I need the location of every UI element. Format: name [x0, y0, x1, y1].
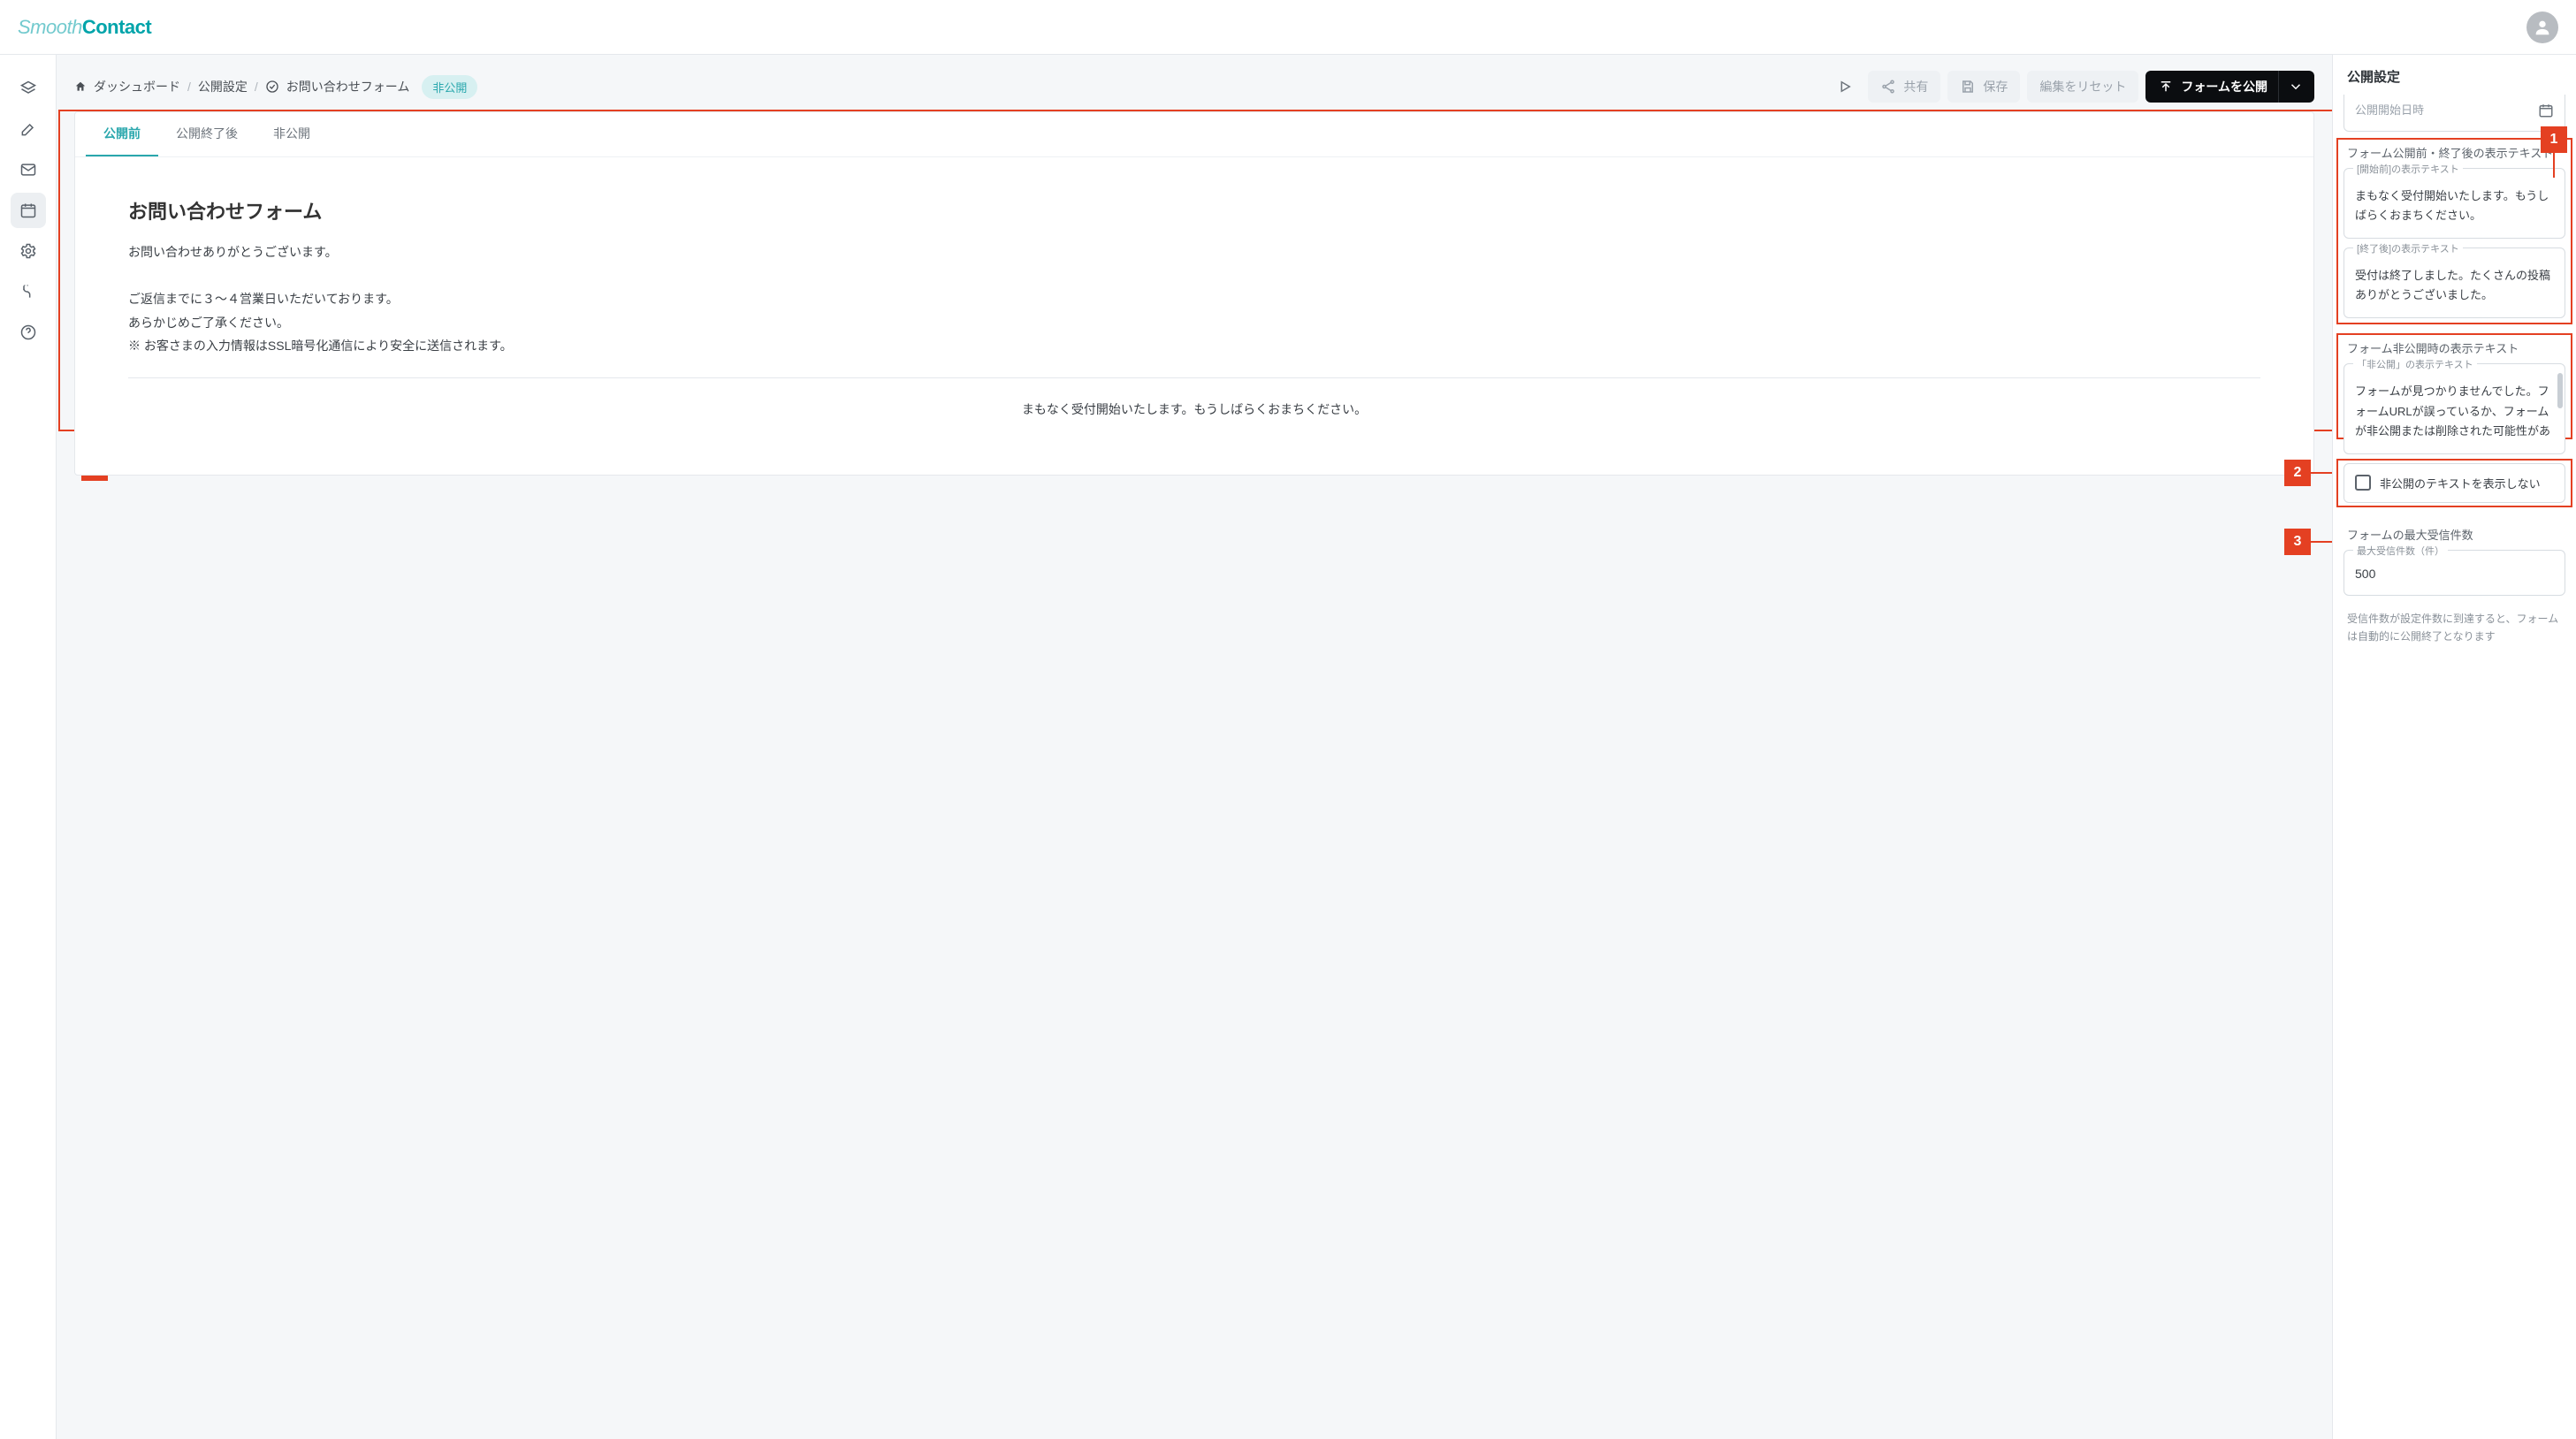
- share-button[interactable]: 共有: [1868, 71, 1940, 103]
- sidebar-item-mail[interactable]: [11, 152, 46, 187]
- publish-button[interactable]: フォームを公開: [2145, 71, 2314, 103]
- save-button[interactable]: 保存: [1947, 71, 2020, 103]
- home-icon: [74, 80, 87, 93]
- main-area: ダッシュボード / 公開設定 / お問い合わせフォーム 非公開 共有 保存: [57, 55, 2332, 1439]
- right-panel-title: 公開設定: [2333, 55, 2576, 95]
- scrollbar-thumb[interactable]: [2557, 373, 2563, 408]
- publish-label: フォームを公開: [2181, 78, 2267, 95]
- max-count-field[interactable]: 最大受信件数（件）: [2344, 550, 2565, 596]
- preview-card: 公開前 公開終了後 非公開 お問い合わせフォーム お問い合わせありがとうございま…: [74, 111, 2314, 476]
- toolbar: ダッシュボード / 公開設定 / お問い合わせフォーム 非公開 共有 保存: [57, 55, 2332, 111]
- tab-before[interactable]: 公開前: [86, 112, 158, 156]
- annotation-number-3: 3: [2284, 529, 2311, 555]
- sidebar-item-calendar[interactable]: [11, 193, 46, 228]
- before-text-field[interactable]: [開始前]の表示テキスト まもなく受付開始いたします。もうしばらくおまちください…: [2344, 168, 2565, 239]
- breadcrumb: ダッシュボード / 公開設定 / お問い合わせフォーム 非公開: [74, 75, 477, 99]
- chevron-down-icon: [2288, 79, 2304, 95]
- right-panel-body: 公開開始日時 フォーム公開前・終了後の表示テキスト [開始前]の表示テキスト ま…: [2333, 95, 2576, 1439]
- upload-icon: [2158, 79, 2174, 95]
- sidebar-item-integration[interactable]: [11, 274, 46, 309]
- mail-icon: [19, 161, 37, 179]
- breadcrumb-publish[interactable]: 公開設定: [198, 78, 248, 95]
- share-icon: [1880, 79, 1896, 95]
- logo-smooth: Smooth: [18, 16, 82, 38]
- status-badge: 非公開: [422, 75, 477, 99]
- breadcrumb-sep: /: [255, 80, 258, 94]
- before-after-group: フォーム公開前・終了後の表示テキスト [開始前]の表示テキスト まもなく受付開始…: [2344, 144, 2565, 318]
- unpublished-text-label: 「非公開」の表示テキスト: [2353, 357, 2477, 374]
- preview-p2: ご返信までに３〜４営業日いただいております。: [128, 287, 2260, 311]
- annotation-number-2: 2: [2284, 460, 2311, 486]
- preview-p3: あらかじめご了承ください。: [128, 311, 2260, 335]
- calendar-icon: [19, 202, 37, 219]
- brush-icon: [19, 120, 37, 138]
- checkbox-box: [2355, 475, 2371, 491]
- annotation-number-1: 1: [2541, 126, 2567, 153]
- avatar[interactable]: [2526, 11, 2558, 43]
- sidebar-item-help[interactable]: [11, 315, 46, 350]
- app-header: SmoothContact: [0, 0, 2576, 55]
- schedule-group: 公開開始日時: [2344, 95, 2565, 132]
- reset-label: 編集をリセット: [2039, 78, 2126, 95]
- preview-divider: [128, 377, 2260, 378]
- person-icon: [2533, 18, 2552, 37]
- form-preview: お問い合わせフォーム お問い合わせありがとうございます。 ご返信までに３〜４営業…: [75, 157, 2313, 475]
- logo-contact: Contact: [82, 16, 151, 38]
- hide-unpublished-label: 非公開のテキストを表示しない: [2380, 475, 2541, 491]
- before-text-value: まもなく受付開始いたします。もうしばらくおまちください。: [2355, 189, 2549, 222]
- hide-unpublished-checkbox[interactable]: 非公開のテキストを表示しない: [2344, 463, 2565, 503]
- start-date-placeholder: 公開開始日時: [2355, 101, 2424, 120]
- preview-tabs: 公開前 公開終了後 非公開: [75, 112, 2313, 157]
- after-text-label: [終了後]の表示テキスト: [2353, 241, 2463, 258]
- reset-button[interactable]: 編集をリセット: [2027, 71, 2138, 103]
- plug-icon: [19, 283, 37, 301]
- publish-dropdown[interactable]: [2278, 71, 2304, 103]
- save-label: 保存: [1983, 78, 2008, 95]
- tab-unpublished[interactable]: 非公開: [255, 112, 328, 156]
- logo[interactable]: SmoothContact: [18, 16, 151, 39]
- breadcrumb-sep: /: [187, 80, 191, 94]
- breadcrumb-form: お問い合わせフォーム: [286, 78, 410, 95]
- gear-icon: [19, 242, 37, 260]
- preview-title: お問い合わせフォーム: [128, 196, 2260, 225]
- left-sidebar: [0, 55, 57, 1439]
- right-panel: 公開設定 公開開始日時 フォーム公開前・終了後の表示テキスト [開始前]の表示テ…: [2332, 55, 2576, 1439]
- sidebar-item-settings[interactable]: [11, 233, 46, 269]
- preview-p1: お問い合わせありがとうございます。: [128, 240, 2260, 264]
- layers-icon: [19, 80, 37, 97]
- before-text-label: [開始前]の表示テキスト: [2353, 162, 2463, 179]
- after-text-field[interactable]: [終了後]の表示テキスト 受付は終了しました。たくさんの投稿ありがとうございまし…: [2344, 247, 2565, 318]
- unpublished-text-field[interactable]: 「非公開」の表示テキスト フォームが見つかりませんでした。フォームURLが誤って…: [2344, 363, 2565, 453]
- max-count-group: フォームの最大受信件数 最大受信件数（件） 受信件数が設定件数に到達すると、フォ…: [2344, 526, 2565, 646]
- check-circle-icon: [265, 80, 279, 94]
- preview-center-msg: まもなく受付開始いたします。もうしばらくおまちください。: [128, 398, 2260, 422]
- play-icon: [1837, 79, 1853, 95]
- unpublished-group: フォーム非公開時の表示テキスト 「非公開」の表示テキスト フォームが見つかりませ…: [2344, 339, 2565, 502]
- after-text-value: 受付は終了しました。たくさんの投稿ありがとうございました。: [2355, 269, 2550, 301]
- unpublished-text-value: フォームが見つかりませんでした。フォームURLが誤っているか、フォームが非公開ま…: [2355, 384, 2550, 437]
- sidebar-item-layers[interactable]: [11, 71, 46, 106]
- max-count-help: 受信件数が設定件数に到達すると、フォームは自動的に公開終了となります: [2344, 605, 2565, 646]
- max-count-label: 最大受信件数（件）: [2353, 544, 2448, 560]
- start-date-field[interactable]: 公開開始日時: [2344, 95, 2565, 132]
- max-count-input[interactable]: [2355, 567, 2554, 581]
- tab-after[interactable]: 公開終了後: [158, 112, 255, 156]
- sidebar-item-edit[interactable]: [11, 111, 46, 147]
- help-icon: [19, 324, 37, 341]
- share-label: 共有: [1903, 78, 1928, 95]
- breadcrumb-dashboard[interactable]: ダッシュボード: [94, 78, 180, 95]
- play-button[interactable]: [1829, 71, 1861, 103]
- save-icon: [1960, 79, 1976, 95]
- calendar-icon: [2538, 103, 2554, 118]
- preview-p4: ※ お客さまの入力情報はSSL暗号化通信により安全に送信されます。: [128, 334, 2260, 358]
